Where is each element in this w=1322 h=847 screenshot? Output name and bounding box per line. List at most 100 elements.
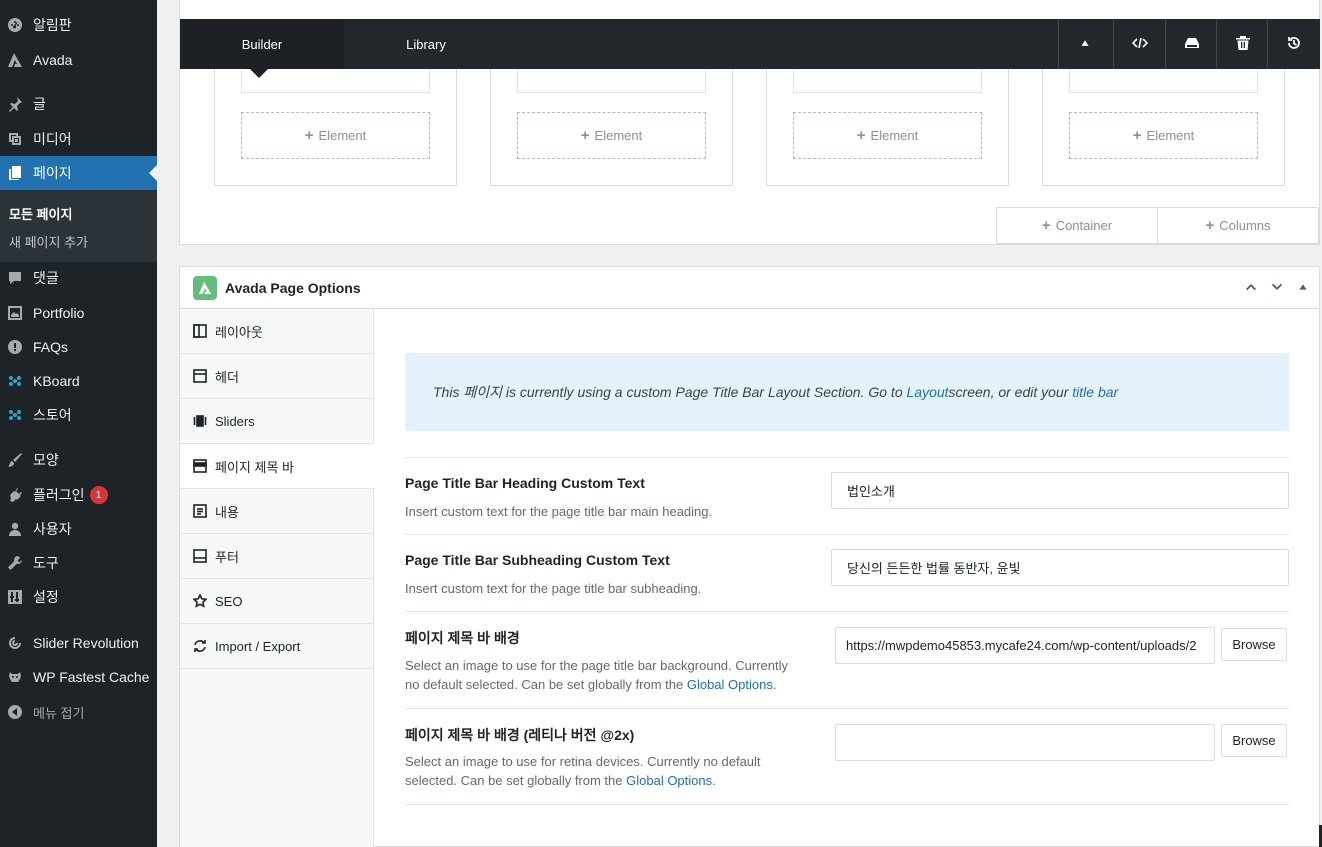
sidebar-item-kboard[interactable]: KBoard bbox=[0, 364, 157, 398]
tab-page-title-bar[interactable]: 페이지 제목 바 bbox=[180, 444, 375, 489]
sidebar-item-comments[interactable]: 댓글 bbox=[0, 261, 157, 295]
tab-seo[interactable]: SEO bbox=[180, 579, 374, 624]
add-element-button[interactable]: + Element bbox=[517, 112, 706, 159]
save-template-button[interactable] bbox=[1165, 19, 1217, 69]
sidebar-item-wp-fastest-cache[interactable]: WP Fastest Cache bbox=[0, 660, 157, 694]
page-options-panel: Avada Page Options 레이아웃 헤더 Sliders 페이지 제… bbox=[179, 266, 1320, 847]
plus-icon: + bbox=[856, 127, 866, 144]
sidebar-item-dashboard[interactable]: 알림판 bbox=[0, 8, 157, 42]
avada-logo-icon bbox=[193, 275, 217, 300]
title-bar-bg-retina-browse-button[interactable]: Browse bbox=[1221, 724, 1287, 757]
builder-column: + Element bbox=[490, 60, 733, 186]
add-columns-button[interactable]: + Columns bbox=[1157, 207, 1319, 244]
plus-icon: + bbox=[1041, 217, 1051, 234]
tab-header[interactable]: 헤더 bbox=[180, 354, 374, 399]
plugin-icon bbox=[7, 487, 23, 503]
titlebar-icon bbox=[193, 459, 207, 473]
heading-text-label: Page Title Bar Heading Custom Text bbox=[405, 475, 645, 491]
sidebar-item-media[interactable]: 미디어 bbox=[0, 122, 157, 156]
sidebar-item-avada[interactable]: Avada bbox=[0, 43, 157, 77]
tab-content[interactable]: 내용 bbox=[180, 489, 374, 534]
submenu-add-new-page[interactable]: 새 페이지 추가 bbox=[9, 232, 88, 251]
sidebar-item-faqs[interactable]: FAQs bbox=[0, 330, 157, 364]
sidebar-item-label: Portfolio bbox=[33, 305, 85, 321]
code-icon bbox=[1131, 35, 1148, 54]
sidebar-item-slider-revolution[interactable]: Slider Revolution bbox=[0, 626, 157, 660]
tab-layout[interactable]: 레이아웃 bbox=[180, 309, 374, 354]
dashboard-icon bbox=[7, 17, 23, 33]
add-element-button[interactable]: + Element bbox=[1069, 112, 1258, 159]
sidebar-item-posts[interactable]: 글 bbox=[0, 87, 157, 121]
builder-column: + Element bbox=[766, 60, 1009, 186]
pages-submenu: 모든 페이지 새 페이지 추가 bbox=[0, 190, 157, 262]
content-icon bbox=[193, 504, 207, 518]
subheading-text-input[interactable]: 당신의 든든한 법률 동반자, 윤빛 bbox=[831, 549, 1289, 586]
add-container-button[interactable]: + Container bbox=[996, 207, 1158, 244]
sidebar-item-settings[interactable]: 설정 bbox=[0, 580, 157, 614]
tab-footer[interactable]: 푸터 bbox=[180, 534, 374, 579]
title-bar-bg-retina-url-input[interactable] bbox=[835, 724, 1215, 761]
sidebar-item-portfolio[interactable]: Portfolio bbox=[0, 296, 157, 330]
sidebar-item-label: 도구 bbox=[33, 555, 59, 571]
title-bar-link[interactable]: title bar bbox=[1072, 384, 1118, 400]
pin-icon bbox=[7, 96, 23, 112]
store-icon bbox=[7, 407, 23, 423]
delete-all-button[interactable] bbox=[1216, 19, 1268, 69]
sidebar-collapse-menu[interactable]: 메뉴 접기 bbox=[0, 695, 157, 729]
triangle-up-icon bbox=[1077, 35, 1093, 54]
heading-text-desc: Insert custom text for the page title ba… bbox=[405, 504, 713, 519]
divider bbox=[405, 457, 1289, 458]
title-bar-bg-retina-desc: Select an image to use for retina device… bbox=[405, 754, 761, 788]
title-bar-bg-url-input[interactable]: https://mwpdemo45853.mycafe24.com/wp-con… bbox=[835, 627, 1215, 664]
plus-icon: + bbox=[304, 127, 314, 144]
divider bbox=[405, 708, 1289, 709]
tab-import-export[interactable]: Import / Export bbox=[180, 624, 374, 669]
sidebar-item-label: Avada bbox=[33, 52, 73, 68]
sidebar-item-label: KBoard bbox=[33, 373, 80, 389]
cheetah-icon bbox=[7, 669, 23, 685]
star-icon bbox=[193, 594, 207, 608]
add-element-button[interactable]: + Element bbox=[793, 112, 982, 159]
global-options-link[interactable]: Global Options bbox=[687, 677, 773, 692]
header-icon bbox=[193, 369, 207, 383]
sidebar-item-tools[interactable]: 도구 bbox=[0, 546, 157, 580]
title-bar-bg-browse-button[interactable]: Browse bbox=[1221, 628, 1287, 661]
global-options-link[interactable]: Global Options bbox=[626, 773, 712, 788]
plus-icon: + bbox=[1132, 127, 1142, 144]
drive-icon bbox=[1184, 35, 1200, 54]
plus-icon: + bbox=[580, 127, 590, 144]
collapse-toggle-icon[interactable] bbox=[1295, 279, 1311, 295]
history-button[interactable] bbox=[1267, 19, 1319, 69]
pages-icon bbox=[7, 165, 23, 181]
sidebar-item-plugins[interactable]: 플러그인 1 bbox=[0, 478, 157, 512]
sidebar-item-label: FAQs bbox=[33, 339, 69, 355]
move-down-icon[interactable] bbox=[1269, 279, 1285, 295]
title-bar-notice: This 페이지 is currently using a custom Pag… bbox=[405, 353, 1289, 431]
sidebar-item-label: 스토어 bbox=[33, 407, 72, 423]
sidebar-item-label: WP Fastest Cache bbox=[33, 669, 150, 685]
title-bar-bg-desc: Select an image to use for the page titl… bbox=[405, 658, 788, 692]
sidebar-item-pages[interactable]: 페이지 bbox=[0, 156, 157, 190]
tab-library[interactable]: Library bbox=[344, 19, 508, 69]
subheading-text-desc: Insert custom text for the page title ba… bbox=[405, 581, 702, 596]
sidebar-item-appearance[interactable]: 모양 bbox=[0, 443, 157, 477]
layout-link[interactable]: Layout bbox=[907, 384, 949, 400]
submenu-all-pages[interactable]: 모든 페이지 bbox=[9, 204, 72, 223]
sidebar-item-label: 모양 bbox=[33, 452, 59, 468]
brush-icon bbox=[7, 452, 23, 468]
sidebar-item-store[interactable]: 스토어 bbox=[0, 398, 157, 432]
tab-sliders[interactable]: Sliders bbox=[180, 399, 374, 444]
heading-text-input[interactable]: 법인소개 bbox=[831, 472, 1289, 509]
history-icon bbox=[1286, 35, 1302, 54]
panel-controls bbox=[1243, 279, 1311, 295]
tab-builder[interactable]: Builder bbox=[180, 19, 344, 69]
sidebar-item-label: 댓글 bbox=[33, 270, 59, 286]
add-element-button[interactable]: + Element bbox=[241, 112, 430, 159]
move-up-icon[interactable] bbox=[1243, 279, 1259, 295]
layout-icon bbox=[193, 324, 207, 338]
code-view-button[interactable] bbox=[1113, 19, 1165, 69]
sidebar-item-users[interactable]: 사용자 bbox=[0, 512, 157, 546]
toggle-up-button[interactable] bbox=[1058, 19, 1110, 69]
builder-toolbar: Builder Library bbox=[180, 19, 1320, 78]
sidebar-item-label: 메뉴 접기 bbox=[33, 705, 85, 721]
